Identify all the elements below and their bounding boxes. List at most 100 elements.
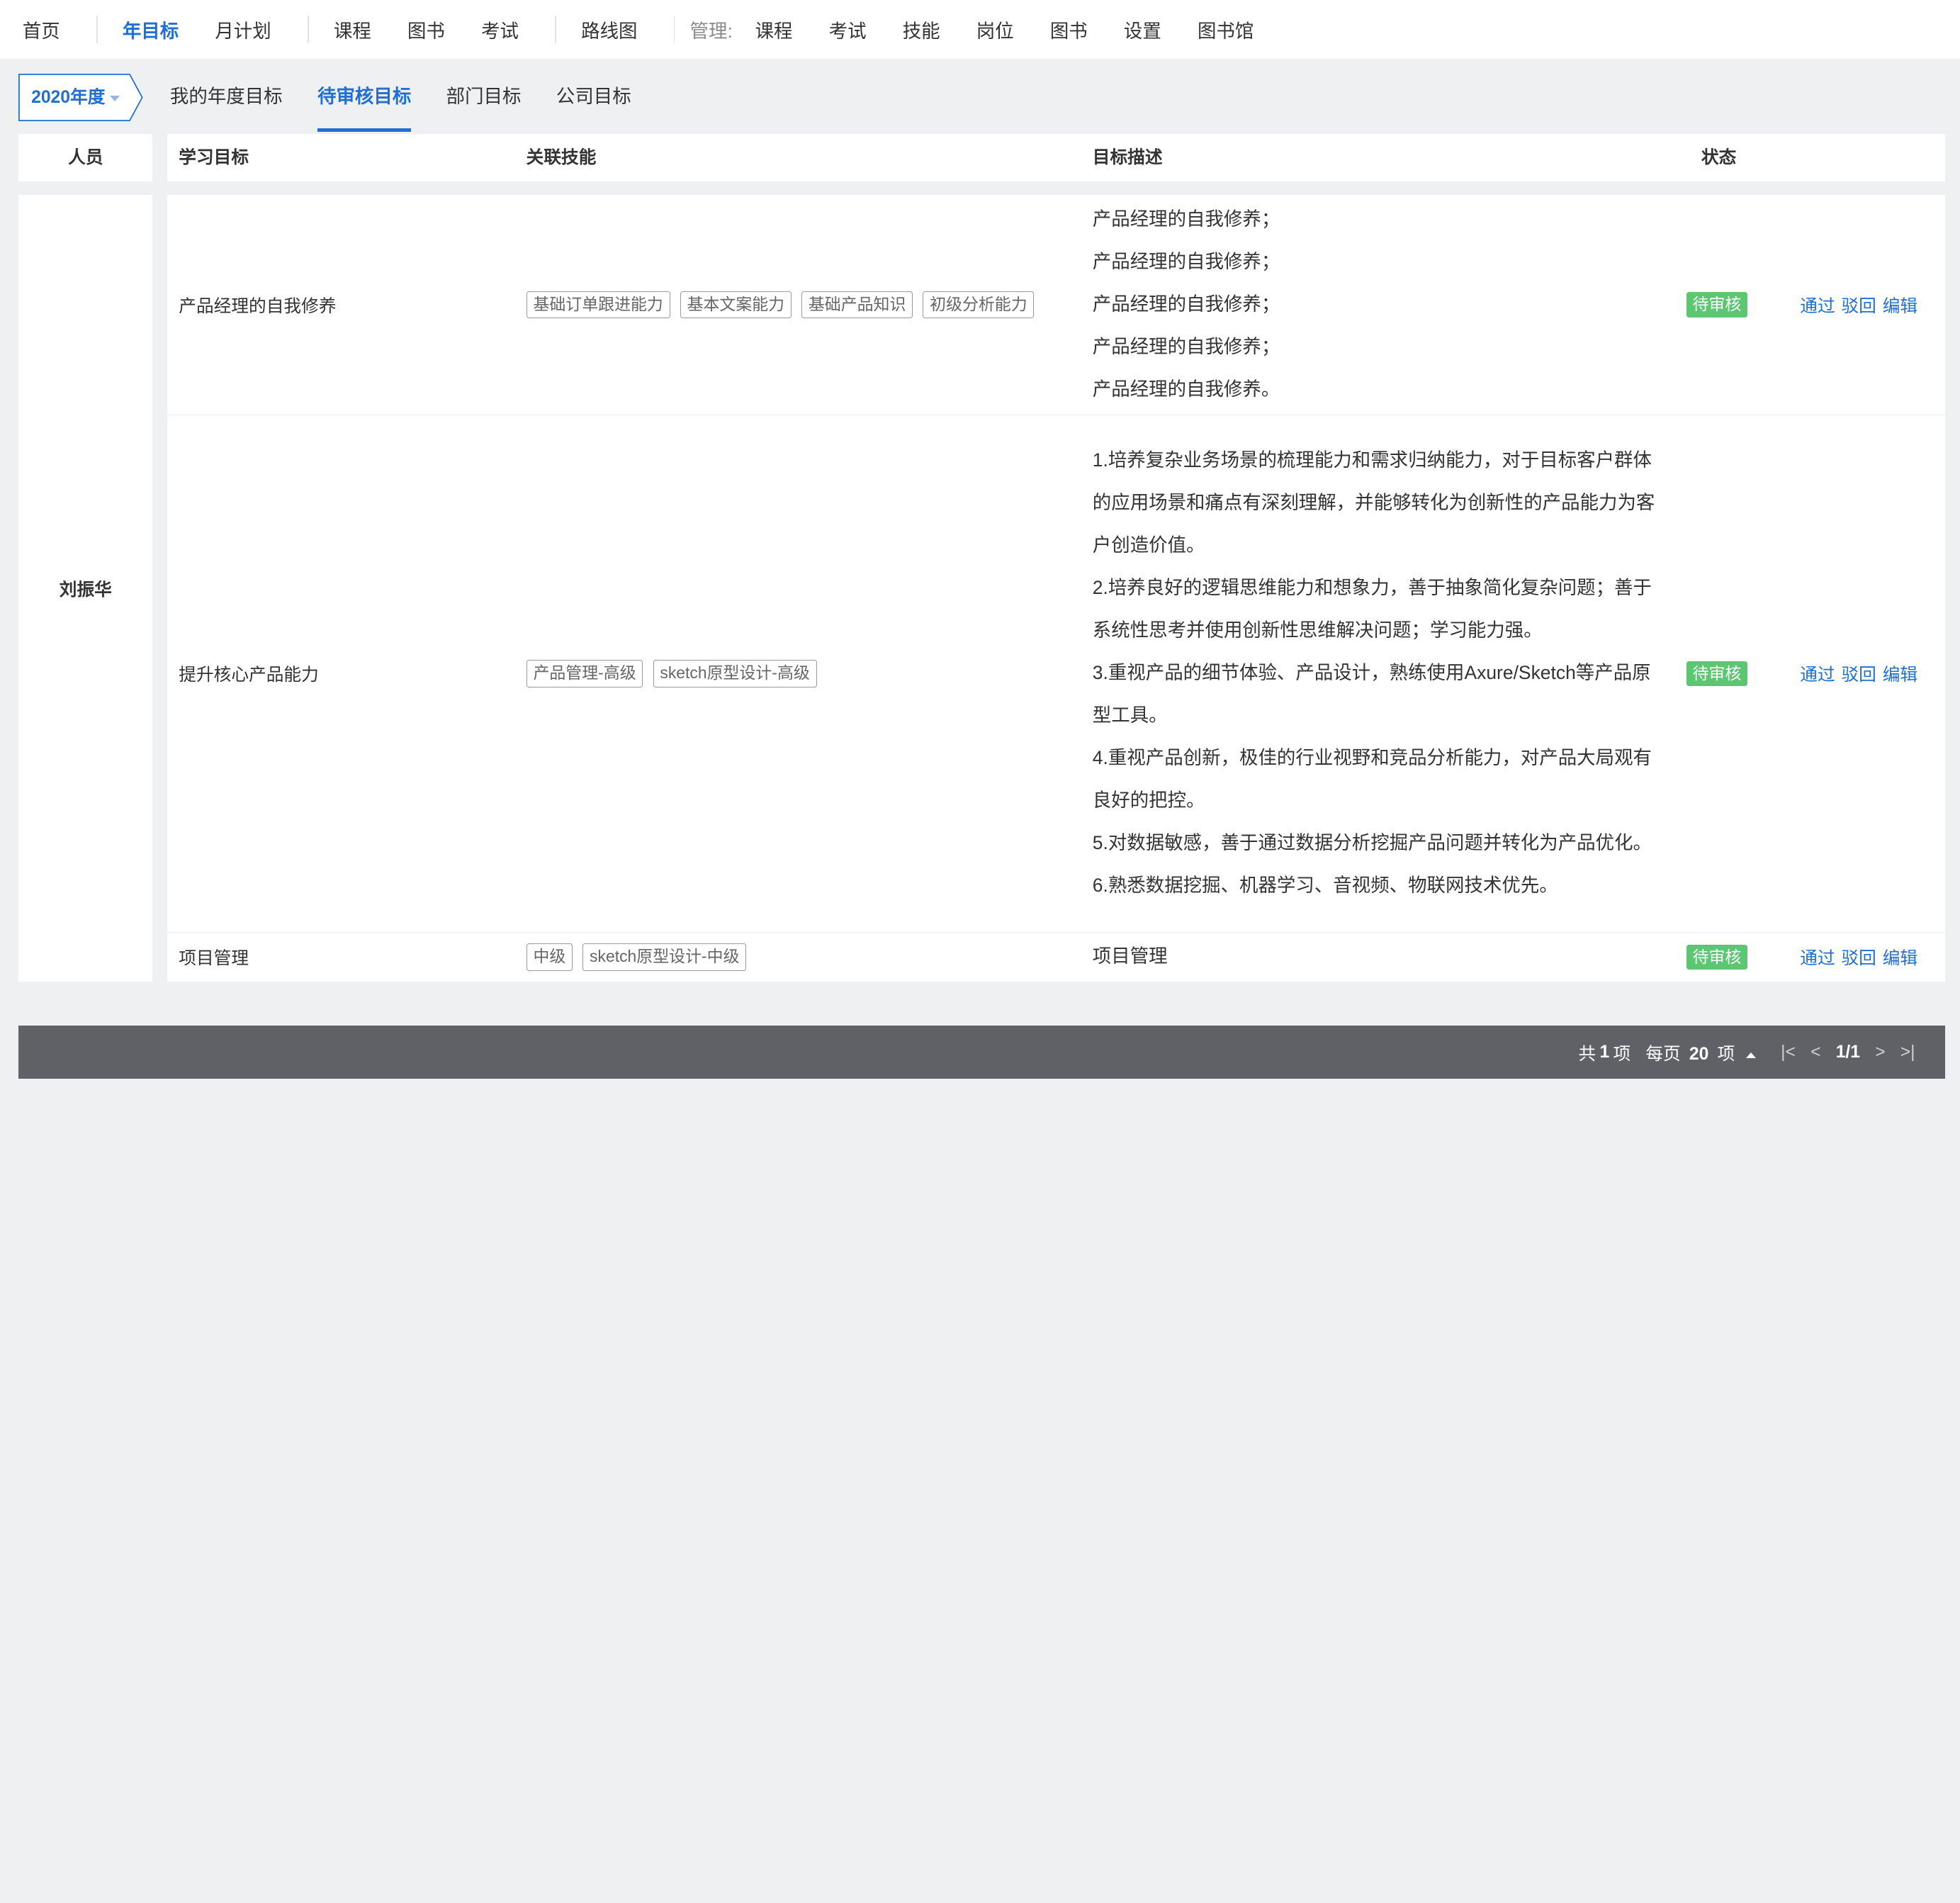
tab-department-goals[interactable]: 部门目标 <box>446 76 522 117</box>
goal-description: 项目管理 <box>1093 933 1662 982</box>
total-prefix: 共 <box>1578 1045 1596 1065</box>
header-main: 学习目标 关联技能 目标描述 状态 <box>167 133 1945 181</box>
caret-up-icon <box>1745 1052 1756 1058</box>
per-page-prefix: 每页 <box>1645 1045 1681 1065</box>
first-page-icon[interactable]: |< <box>1781 1043 1796 1062</box>
description-line: 产品经理的自我修养； <box>1092 335 1280 357</box>
nav-manage-library[interactable]: 图书馆 <box>1198 16 1254 43</box>
nav-divider <box>96 16 98 43</box>
nav-divider <box>555 16 556 43</box>
edit-link[interactable]: 编辑 <box>1883 661 1917 686</box>
per-page-value: 20 <box>1689 1045 1709 1065</box>
nav-home[interactable]: 首页 <box>23 16 60 43</box>
approve-link[interactable]: 通过 <box>1800 661 1835 686</box>
pagination: 共 1 项 每页 20 项 |< < 1/1 > >| <box>1578 1040 1922 1065</box>
nav-divider <box>673 16 675 43</box>
header-skills: 关联技能 <box>526 147 597 167</box>
goal-description: 1.培养复杂业务场景的梳理能力和需求归纳能力，对于目标客户群体的应用场景和痛点有… <box>1093 415 1662 932</box>
goal-name: 产品经理的自我修养 <box>179 296 337 316</box>
nav-year-goals[interactable]: 年目标 <box>123 16 179 43</box>
chevron-down-icon <box>110 95 120 101</box>
table-header: 人员 学习目标 关联技能 目标描述 状态 <box>18 133 1945 181</box>
person-name: 刘振华 <box>18 195 153 982</box>
nav-manage-label: 管理: <box>689 20 733 42</box>
reject-link[interactable]: 驳回 <box>1841 944 1876 970</box>
description-line: 1.培养复杂业务场景的梳理能力和需求归纳能力，对于目标客户群体的应用场景和痛点有… <box>1092 449 1655 556</box>
nav-manage-books[interactable]: 图书 <box>1050 16 1088 43</box>
edit-link[interactable]: 编辑 <box>1883 944 1917 970</box>
per-page-selector[interactable]: 每页 20 项 <box>1645 1040 1773 1065</box>
status-cell: 待审核 <box>1686 415 1762 932</box>
nav-exams[interactable]: 考试 <box>481 16 519 43</box>
tab-pending-review[interactable]: 待审核目标 <box>317 76 411 133</box>
last-page-icon[interactable]: >| <box>1900 1043 1915 1062</box>
table-row: 项目管理 中级 sketch原型设计-中级 项目管理 待审核 通过 驳回 编辑 <box>167 933 1945 982</box>
description-line: 3.重视产品的细节体验、产品设计，熟练使用Axure/Sketch等产品原型工具… <box>1092 662 1651 726</box>
status-badge: 待审核 <box>1686 661 1748 686</box>
page: 首页 年目标 月计划 课程 图书 考试 路线图 管理: 课程 考试 技能 岗位 … <box>0 0 1960 1079</box>
description-line: 5.对数据敏感，善于通过数据分析挖掘产品问题并转化为产品优化。 <box>1092 832 1652 854</box>
row-actions: 通过 驳回 编辑 <box>1800 415 1950 932</box>
goal-rows: 产品经理的自我修养 基础订单跟进能力 基本文案能力 基础产品知识 初级分析能力 … <box>167 195 1945 982</box>
description-line: 2.培养良好的逻辑思维能力和想象力，善于抽象简化复杂问题；善于系统性思考并使用创… <box>1092 577 1652 641</box>
year-selector[interactable]: 2020年度 <box>18 74 144 122</box>
nav-manage-courses[interactable]: 课程 <box>755 16 793 43</box>
description-line: 产品经理的自我修养； <box>1092 208 1280 230</box>
status-cell: 待审核 <box>1686 933 1762 982</box>
sub-nav: 2020年度 我的年度目标 待审核目标 部门目标 公司目标 <box>0 59 1960 134</box>
total-suffix: 项 <box>1613 1045 1631 1065</box>
top-nav: 首页 年目标 月计划 课程 图书 考试 路线图 管理: 课程 考试 技能 岗位 … <box>0 0 1960 59</box>
reject-link[interactable]: 驳回 <box>1841 292 1876 318</box>
skill-tags: 基础订单跟进能力 基本文案能力 基础产品知识 初级分析能力 <box>526 195 1089 414</box>
skill-tag: 中级 <box>526 943 573 971</box>
total-count: 1 <box>1599 1043 1610 1062</box>
description-line: 产品经理的自我修养； <box>1092 250 1280 272</box>
header-status: 状态 <box>1701 147 1737 167</box>
nav-month-plan[interactable]: 月计划 <box>215 16 271 43</box>
reject-link[interactable]: 驳回 <box>1841 661 1876 686</box>
skill-tag: 基本文案能力 <box>680 291 792 319</box>
goal-name: 提升核心产品能力 <box>179 666 319 685</box>
status-cell: 待审核 <box>1686 195 1762 414</box>
header-desc: 目标描述 <box>1092 147 1163 167</box>
nav-manage-skills[interactable]: 技能 <box>903 16 940 43</box>
goal-name: 项目管理 <box>179 949 249 969</box>
table-row: 提升核心产品能力 产品管理-高级 sketch原型设计-高级 1.培养复杂业务场… <box>167 415 1945 933</box>
nav-manage-exams[interactable]: 考试 <box>829 16 867 43</box>
status-badge: 待审核 <box>1686 944 1748 970</box>
skill-tag: 基础产品知识 <box>801 291 913 319</box>
page-indicator: 1/1 <box>1835 1043 1861 1062</box>
skill-tags: 产品管理-高级 sketch原型设计-高级 <box>526 415 1089 932</box>
table-row: 产品经理的自我修养 基础订单跟进能力 基本文案能力 基础产品知识 初级分析能力 … <box>167 195 1945 415</box>
table-body: 刘振华 产品经理的自我修养 基础订单跟进能力 基本文案能力 基础产品知识 初级分… <box>18 195 1945 982</box>
year-selector-label: 2020年度 <box>31 74 120 121</box>
row-actions: 通过 驳回 编辑 <box>1800 933 1950 982</box>
description-line: 4.重视产品创新，极佳的行业视野和竞品分析能力，对产品大局观有良好的把控。 <box>1092 747 1652 812</box>
nav-books[interactable]: 图书 <box>407 16 445 43</box>
tab-my-year-goals[interactable]: 我的年度目标 <box>170 76 283 117</box>
per-page-suffix: 项 <box>1717 1045 1735 1065</box>
header-person: 人员 <box>18 133 153 181</box>
prev-page-icon[interactable]: < <box>1810 1043 1820 1062</box>
edit-link[interactable]: 编辑 <box>1883 292 1917 318</box>
nav-courses[interactable]: 课程 <box>334 16 371 43</box>
skill-tag: 基础订单跟进能力 <box>526 291 670 319</box>
goal-tabs: 我的年度目标 待审核目标 部门目标 公司目标 <box>170 59 666 134</box>
description-line: 项目管理 <box>1092 945 1168 967</box>
nav-manage-positions[interactable]: 岗位 <box>976 16 1014 43</box>
tab-company-goals[interactable]: 公司目标 <box>556 76 631 117</box>
next-page-icon[interactable]: > <box>1875 1043 1885 1062</box>
approve-link[interactable]: 通过 <box>1800 292 1835 318</box>
goal-description: 产品经理的自我修养； 产品经理的自我修养； 产品经理的自我修养； 产品经理的自我… <box>1093 195 1662 414</box>
skill-tag: sketch原型设计-中级 <box>582 943 747 971</box>
approve-link[interactable]: 通过 <box>1800 944 1835 970</box>
skill-tag: sketch原型设计-高级 <box>653 659 817 687</box>
nav-divider <box>307 16 309 43</box>
description-line: 6.熟悉数据挖掘、机器学习、音视频、物联网技术优先。 <box>1092 875 1558 897</box>
header-goal: 学习目标 <box>179 147 249 167</box>
pagination-bar: 共 1 项 每页 20 项 |< < 1/1 > >| <box>18 1025 1945 1079</box>
nav-manage-settings[interactable]: 设置 <box>1124 16 1161 43</box>
skill-tag: 产品管理-高级 <box>526 659 643 687</box>
description-line: 产品经理的自我修养。 <box>1092 378 1280 400</box>
nav-roadmap[interactable]: 路线图 <box>581 16 637 43</box>
